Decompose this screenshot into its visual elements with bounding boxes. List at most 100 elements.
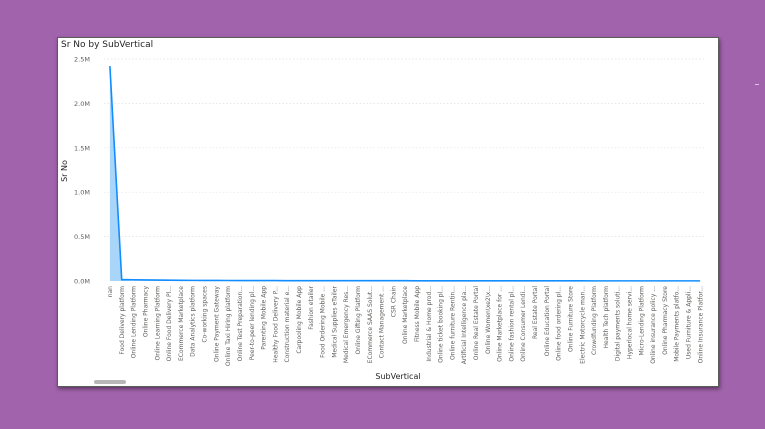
x-tick-label: Online Women\xe2\x...: [485, 286, 492, 354]
x-tick-label: Fitness Mobile App: [414, 286, 421, 342]
x-axis-title: SubVertical: [375, 372, 420, 381]
data-point[interactable]: [604, 279, 607, 282]
data-point[interactable]: [486, 279, 489, 282]
data-point[interactable]: [380, 279, 383, 282]
data-point[interactable]: [628, 279, 631, 282]
x-tick-label: Artificial Intelligence pla...: [461, 286, 468, 364]
data-point[interactable]: [226, 279, 229, 282]
data-point[interactable]: [439, 279, 442, 282]
data-point[interactable]: [321, 279, 324, 282]
data-point[interactable]: [285, 279, 288, 282]
x-tick-label: Online Learning Platform: [154, 286, 161, 361]
data-point[interactable]: [356, 279, 359, 282]
background-tick: [755, 84, 759, 85]
data-point[interactable]: [238, 279, 241, 282]
x-tick-label: Medical Supplies eTailer: [331, 285, 338, 357]
x-tick-label: Construction material e...: [284, 286, 291, 363]
data-point[interactable]: [675, 279, 678, 282]
x-tick-label: Fashion etailer: [308, 285, 315, 329]
data-point[interactable]: [545, 279, 548, 282]
data-point[interactable]: [687, 279, 690, 282]
x-tick-label: Online Pharmacy: [143, 286, 150, 338]
x-tick-label: ECommerce Marketplace: [178, 286, 185, 361]
data-point[interactable]: [333, 279, 336, 282]
data-point[interactable]: [191, 279, 194, 282]
data-point[interactable]: [474, 279, 477, 282]
data-point[interactable]: [132, 278, 135, 281]
data-point[interactable]: [120, 278, 123, 281]
y-tick-label: 1.0M: [74, 189, 90, 197]
y-axis-ticks: 0.0M 0.5M 1.0M 1.5M 2.0M 2.5M: [74, 56, 90, 286]
y-tick-label: 0.5M: [74, 233, 90, 241]
data-point[interactable]: [533, 279, 536, 282]
x-tick-label: Micro-Lending Platform: [638, 286, 645, 356]
x-tick-label: nan: [107, 286, 114, 297]
data-point[interactable]: [522, 279, 525, 282]
data-point[interactable]: [203, 279, 206, 282]
data-point[interactable]: [651, 279, 654, 282]
chart-visual[interactable]: Sr No by SubVertical 0.0M 0.5M 1.0M 1.5M 2.0…: [57, 37, 719, 387]
x-tick-label: Parenting Mobile App: [261, 286, 268, 350]
x-tick-label: Online Education Portal: [544, 286, 551, 357]
x-tick-label: Industrial & Home prod...: [426, 286, 433, 362]
x-tick-label: Online food ordering pl...: [556, 286, 563, 361]
data-point[interactable]: [309, 279, 312, 282]
x-tick-label: Online Marketplace for ...: [497, 286, 504, 362]
data-point[interactable]: [592, 279, 595, 282]
data-point[interactable]: [156, 279, 159, 282]
x-tick-label: Online fashion rental pl...: [508, 286, 515, 362]
data-point[interactable]: [663, 279, 666, 282]
x-tick-label: Food Delivery platform: [119, 286, 126, 355]
data-point[interactable]: [250, 279, 253, 282]
data-point[interactable]: [510, 279, 513, 282]
data-point[interactable]: [498, 279, 501, 282]
gridlines: [104, 58, 706, 237]
x-tick-label: ECommerce SAAS Solut...: [367, 286, 374, 363]
data-point[interactable]: [262, 279, 265, 282]
x-tick-label: Online Marketplace: [402, 286, 409, 344]
data-point[interactable]: [569, 279, 572, 282]
x-tick-label: Online Taxi Hiring platform: [225, 286, 232, 366]
data-point[interactable]: [404, 279, 407, 282]
y-tick-label: 2.0M: [74, 100, 90, 108]
data-point[interactable]: [368, 279, 371, 282]
data-point[interactable]: [451, 279, 454, 282]
data-point[interactable]: [557, 279, 560, 282]
series-area: [108, 65, 702, 282]
data-point[interactable]: [699, 279, 702, 282]
data-point[interactable]: [108, 65, 111, 68]
data-point[interactable]: [274, 279, 277, 282]
x-axis-ticks: nan Food Delivery platform Online Lending …: [107, 285, 704, 366]
x-tick-label: Online Gifting Platform: [355, 286, 362, 355]
data-point[interactable]: [344, 279, 347, 282]
x-tick-label: Carpooling Mobile App: [296, 286, 303, 354]
x-tick-label: Online Test Preparation...: [237, 286, 244, 361]
y-tick-label: 0.0M: [74, 278, 90, 286]
x-tick-label: Online Real Estate Portal: [473, 286, 480, 361]
x-tick-label: Medical Emergency Res...: [343, 286, 350, 363]
x-tick-label: Online furniture Rentin...: [449, 286, 456, 360]
x-tick-label: Crowdfunding Platform: [591, 286, 598, 355]
data-point[interactable]: [616, 279, 619, 282]
series-line: [109, 66, 701, 282]
x-tick-label: Online Food Delivery Pl...: [166, 286, 173, 361]
horizontal-scrollbar[interactable]: [94, 380, 126, 384]
series-area-fill: [109, 66, 701, 281]
data-point[interactable]: [581, 279, 584, 282]
x-tick-label: Used Furniture & Appli...: [685, 286, 692, 359]
data-point[interactable]: [144, 278, 147, 281]
data-point[interactable]: [215, 279, 218, 282]
x-tick-label: Online Consumer Lendi...: [520, 286, 527, 362]
x-tick-label: Healthy Food Delivery P...: [272, 286, 279, 363]
data-point[interactable]: [167, 279, 170, 282]
x-tick-label: Online Pharmacy Store: [662, 286, 669, 355]
x-tick-label: Data Analytics platform: [190, 286, 197, 357]
data-point[interactable]: [179, 279, 182, 282]
data-point[interactable]: [427, 279, 430, 282]
data-point[interactable]: [392, 279, 395, 282]
data-point[interactable]: [463, 279, 466, 282]
x-tick-label: Digital payments soluti...: [615, 286, 622, 361]
data-point[interactable]: [297, 279, 300, 282]
data-point[interactable]: [415, 279, 418, 282]
data-point[interactable]: [640, 279, 643, 282]
